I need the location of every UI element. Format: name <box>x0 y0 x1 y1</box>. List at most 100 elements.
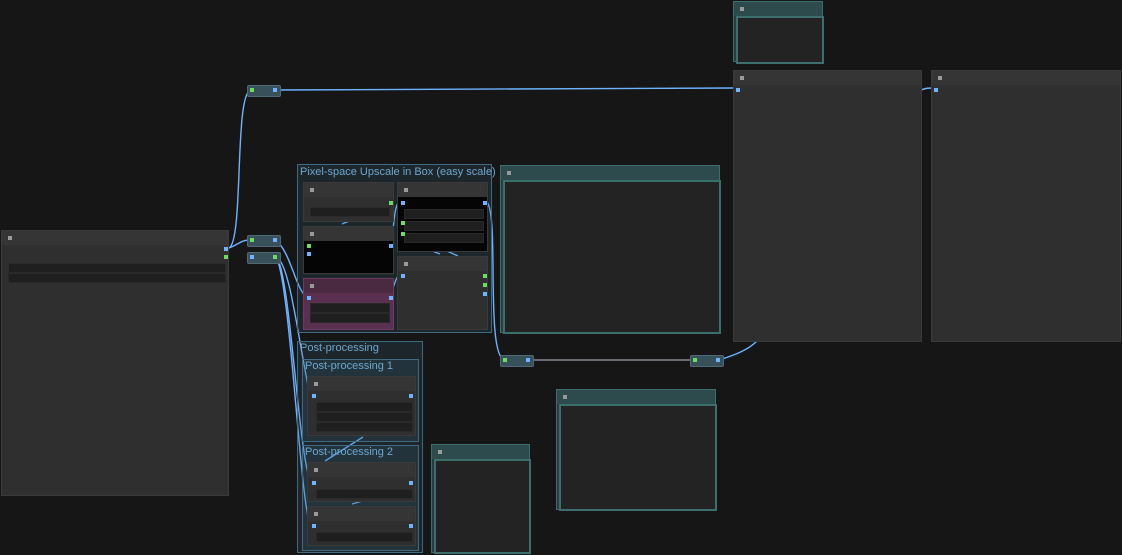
output-port[interactable] <box>389 296 393 300</box>
collapse-dot-icon[interactable] <box>314 382 318 386</box>
collapse-dot-icon[interactable] <box>404 262 408 266</box>
upscale-subnode-3[interactable] <box>303 278 394 330</box>
node-title-bar[interactable] <box>308 463 415 477</box>
large-node-2[interactable] <box>931 70 1121 342</box>
output-port[interactable] <box>389 244 393 248</box>
upscale-subnode-1[interactable] <box>303 182 394 222</box>
input-port[interactable] <box>312 394 316 398</box>
collapse-dot-icon[interactable] <box>563 395 567 399</box>
node-title-bar[interactable] <box>308 507 415 521</box>
widget-field[interactable] <box>404 233 484 243</box>
node-title-bar[interactable] <box>2 231 228 245</box>
preview-node-center[interactable] <box>500 165 721 334</box>
group-title[interactable]: Post-processing 2 <box>305 446 393 459</box>
group-upscale[interactable]: Pixel-space Upscale in Box (easy scale) <box>297 164 496 333</box>
widget-field[interactable] <box>310 207 390 217</box>
group-post-processing[interactable]: Post-processing Post-processing 1 Post-p… <box>297 341 423 553</box>
collapse-dot-icon[interactable] <box>314 512 318 516</box>
input-port[interactable] <box>401 274 405 278</box>
group-post-processing-1[interactable]: Post-processing 1 <box>302 359 419 442</box>
widget-field[interactable] <box>316 412 413 422</box>
collapse-dot-icon[interactable] <box>740 7 744 11</box>
input-port[interactable] <box>934 88 938 92</box>
collapse-dot-icon[interactable] <box>310 284 314 288</box>
collapse-dot-icon[interactable] <box>507 171 511 175</box>
widget-field[interactable] <box>310 303 390 313</box>
output-port[interactable] <box>273 255 277 259</box>
input-port[interactable] <box>307 244 311 248</box>
node-title-bar[interactable] <box>501 166 719 180</box>
collapse-dot-icon[interactable] <box>310 188 314 192</box>
input-port[interactable] <box>312 481 316 485</box>
node-title-bar[interactable] <box>398 183 487 197</box>
collapse-dot-icon[interactable] <box>314 468 318 472</box>
node-title-bar[interactable] <box>308 377 415 391</box>
preview-node-bottom[interactable] <box>556 389 717 511</box>
collapse-dot-icon[interactable] <box>438 450 442 454</box>
output-port[interactable] <box>409 394 413 398</box>
input-port[interactable] <box>307 252 311 256</box>
output-port[interactable] <box>716 358 720 362</box>
collapse-dot-icon[interactable] <box>404 188 408 192</box>
reroute-node[interactable] <box>247 235 281 247</box>
output-port[interactable] <box>409 481 413 485</box>
node-title-bar[interactable] <box>304 227 393 241</box>
widget-field[interactable] <box>404 209 484 219</box>
widget-field[interactable] <box>316 489 413 499</box>
preview-node-small[interactable] <box>431 444 531 554</box>
collapse-dot-icon[interactable] <box>938 76 942 80</box>
post2-node-b[interactable] <box>307 506 416 546</box>
upscale-subnode-5[interactable] <box>397 256 488 330</box>
group-title[interactable]: Pixel-space Upscale in Box (easy scale) <box>300 166 496 179</box>
reroute-node[interactable] <box>247 85 281 97</box>
input-port[interactable] <box>250 238 254 242</box>
input-port[interactable] <box>401 221 405 225</box>
node-title-bar[interactable] <box>304 279 393 293</box>
output-port[interactable] <box>483 274 487 278</box>
large-node-1[interactable] <box>733 70 922 342</box>
input-port[interactable] <box>250 88 254 92</box>
widget-field[interactable] <box>310 313 390 323</box>
output-port[interactable] <box>483 283 487 287</box>
output-port[interactable] <box>273 238 277 242</box>
node-title-bar[interactable] <box>557 390 715 404</box>
preview-node-top[interactable] <box>733 1 824 64</box>
node-title-bar[interactable] <box>398 257 487 271</box>
widget-field[interactable] <box>8 263 226 273</box>
widget-field[interactable] <box>316 422 413 432</box>
node-title-bar[interactable] <box>734 2 822 16</box>
input-port[interactable] <box>736 88 740 92</box>
group-post-processing-2[interactable]: Post-processing 2 <box>302 445 419 551</box>
output-port[interactable] <box>389 201 393 205</box>
input-port[interactable] <box>312 524 316 528</box>
collapse-dot-icon[interactable] <box>310 232 314 236</box>
node-title-bar[interactable] <box>432 445 529 459</box>
widget-field[interactable] <box>404 221 484 231</box>
widget-field[interactable] <box>316 402 413 412</box>
input-port[interactable] <box>693 358 697 362</box>
output-port[interactable] <box>526 358 530 362</box>
loader-node[interactable] <box>1 230 229 496</box>
widget-field[interactable] <box>316 532 413 542</box>
output-port[interactable] <box>273 88 277 92</box>
collapse-dot-icon[interactable] <box>8 236 12 240</box>
node-title-bar[interactable] <box>304 183 393 197</box>
post1-node[interactable] <box>307 376 416 436</box>
group-title[interactable]: Post-processing <box>300 342 379 355</box>
input-port[interactable] <box>401 232 405 236</box>
input-port[interactable] <box>250 255 254 259</box>
output-port[interactable] <box>409 524 413 528</box>
reroute-node[interactable] <box>247 252 281 264</box>
input-port[interactable] <box>401 201 405 205</box>
reroute-node[interactable] <box>690 355 724 367</box>
upscale-subnode-2[interactable] <box>303 226 394 274</box>
upscale-subnode-4[interactable] <box>397 182 488 252</box>
group-title[interactable]: Post-processing 1 <box>305 360 393 373</box>
input-port[interactable] <box>503 358 507 362</box>
output-port[interactable] <box>483 292 487 296</box>
node-title-bar[interactable] <box>932 71 1120 85</box>
post2-node-a[interactable] <box>307 462 416 502</box>
output-port[interactable] <box>483 201 487 205</box>
node-title-bar[interactable] <box>734 71 921 85</box>
output-port[interactable] <box>224 255 228 259</box>
